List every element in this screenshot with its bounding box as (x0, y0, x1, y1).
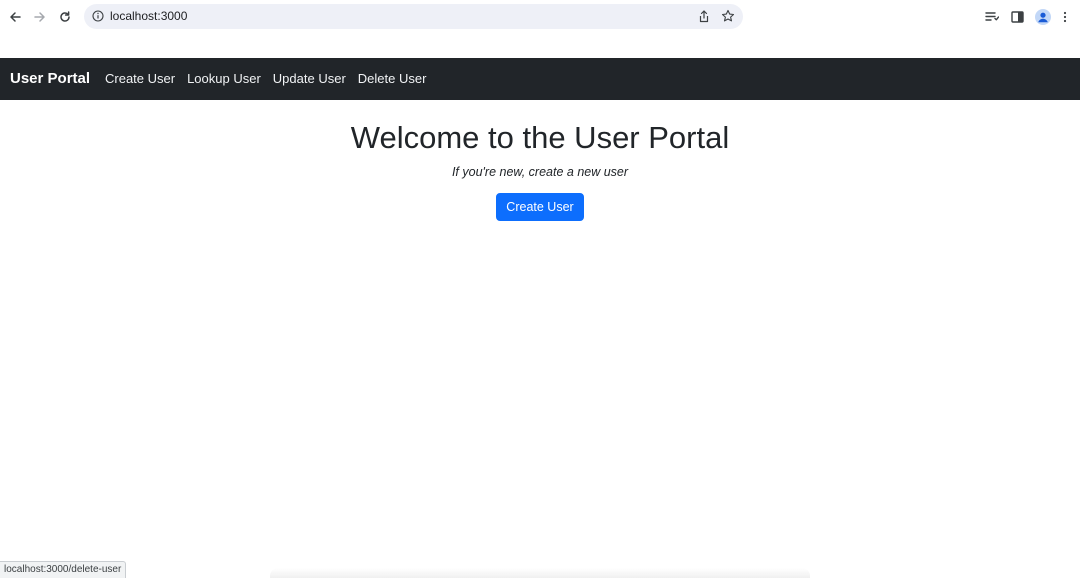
side-panel-icon (1010, 11, 1024, 23)
reading-list-button[interactable] (982, 7, 1002, 27)
nav-link-update-user[interactable]: Update User (273, 71, 346, 87)
browser-toolbar: localhost:3000 (0, 0, 1080, 34)
arrow-left-icon (10, 12, 21, 22)
share-icon[interactable] (698, 10, 710, 23)
kebab-menu-icon (1063, 11, 1067, 23)
status-bar-url: localhost:3000/delete-user (0, 561, 127, 578)
reload-button[interactable] (54, 6, 76, 28)
address-bar[interactable]: localhost:3000 (84, 4, 743, 29)
reload-icon (60, 11, 70, 22)
reading-list-icon (985, 12, 999, 21)
bottom-shadow (270, 568, 810, 578)
profile-icon (1035, 9, 1051, 25)
create-user-button[interactable]: Create User (496, 193, 584, 221)
main-content: Welcome to the User Portal If you're new… (0, 100, 1080, 221)
info-icon[interactable] (92, 10, 104, 22)
page-title: Welcome to the User Portal (350, 120, 730, 155)
forward-button[interactable] (29, 6, 51, 28)
navbar: User Portal Create User Lookup User Upda… (0, 58, 1080, 100)
profile-button[interactable] (1033, 7, 1053, 27)
nav-links: Create User Lookup User Update User Dele… (105, 71, 426, 87)
side-panel-button[interactable] (1007, 7, 1027, 27)
arrow-right-icon (34, 12, 45, 22)
url-text[interactable]: localhost:3000 (110, 9, 187, 24)
page-subtitle: If you're new, create a new user (451, 165, 629, 179)
back-button[interactable] (4, 6, 26, 28)
nav-link-lookup-user[interactable]: Lookup User (187, 71, 261, 87)
star-icon[interactable] (721, 9, 735, 23)
nav-link-create-user[interactable]: Create User (105, 71, 175, 87)
navbar-brand[interactable]: User Portal (10, 70, 90, 88)
browser-menu-button[interactable] (1058, 7, 1072, 27)
nav-link-delete-user[interactable]: Delete User (358, 71, 427, 87)
